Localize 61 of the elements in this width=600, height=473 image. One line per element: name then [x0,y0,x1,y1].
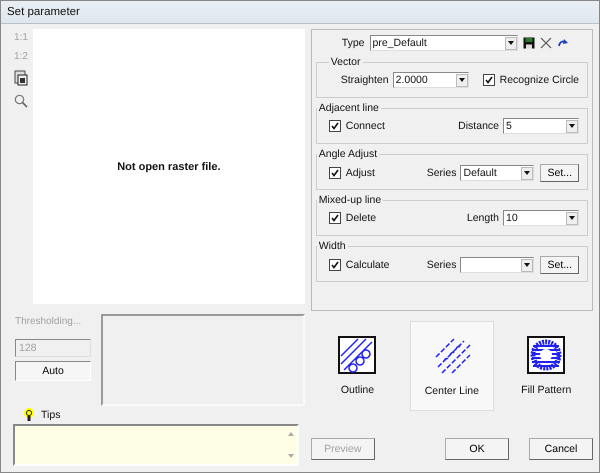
checkbox-label: Calculate [346,259,390,271]
no-file-message: Not open raster file. [117,160,221,172]
check-mark-icon [484,76,493,84]
set-button[interactable]: Set... [540,164,579,182]
checkbox-square[interactable] [328,120,341,132]
check-mark-icon [330,122,339,130]
type-label: Type [342,37,365,49]
redo-icon[interactable] [556,38,569,48]
close-icon[interactable] [540,37,552,49]
fill-pattern-icon [527,336,566,374]
checkbox[interactable]: Calculate [328,259,390,271]
field-label: Series [426,167,456,179]
checkbox-square[interactable] [328,259,341,271]
set-button[interactable]: Set... [540,256,579,274]
check-mark-icon [330,261,339,269]
dropdown[interactable]: Default [460,165,534,181]
checkbox-label: Recognize Circle [500,74,579,86]
dialog-button[interactable]: OK [445,438,509,460]
checkbox-label: Delete [346,212,376,224]
dropdown-arrow-icon[interactable] [524,171,530,175]
dialog-button[interactable]: Cancel [529,438,593,460]
mode-option[interactable]: Outline [316,322,398,410]
dropdown-arrow-icon[interactable] [458,78,465,82]
dropdown-arrow-icon[interactable] [569,124,575,128]
checkbox-square[interactable] [328,167,341,179]
dropdown-arrow-icon[interactable] [569,216,575,220]
light-bulb-icon [23,408,35,422]
group-title: Adjacent line [318,102,380,114]
dropdown[interactable]: 10 [503,210,579,226]
mode-option[interactable]: Fill Pattern [505,322,588,410]
checkbox-label: Adjust [346,167,375,179]
checkbox-square[interactable] [328,212,341,224]
group-title: Width [318,240,347,252]
dropdown-arrow-icon[interactable] [508,41,514,45]
thresholding-label: Thresholding... [15,316,82,327]
field-label: Series [426,259,456,271]
dropdown-arrow-icon[interactable] [524,263,530,267]
mode-option[interactable]: Center Line [410,321,494,411]
check-mark-icon [330,214,339,222]
check-mark-icon [330,169,339,177]
type-dropdown[interactable]: pre_Default [370,35,518,51]
checkbox-square[interactable] [482,74,495,86]
group-title: Mixed-up line [318,194,382,206]
window-title: Set parameter [1,1,599,24]
field-label: Straighten [340,74,389,86]
checkbox[interactable]: Delete [328,212,376,224]
dropdown[interactable]: 2.0000 [392,72,469,88]
group-title: Angle Adjust [318,148,378,160]
checkbox-label: Connect [346,120,385,132]
tips-label: Tips [41,409,60,421]
magnifier-icon[interactable] [14,94,28,108]
group-title: Vector [330,56,362,68]
checkbox[interactable]: Connect [328,120,385,132]
dropdown[interactable]: 5 [503,118,579,134]
checkbox[interactable]: Adjust [328,167,375,179]
save-icon[interactable] [522,37,535,49]
field-label: Distance [458,120,499,132]
page-image-icon[interactable] [14,70,28,86]
field-label: Length [466,212,499,224]
outline-pattern-icon [338,336,376,374]
checkbox[interactable]: Recognize Circle [482,74,579,86]
